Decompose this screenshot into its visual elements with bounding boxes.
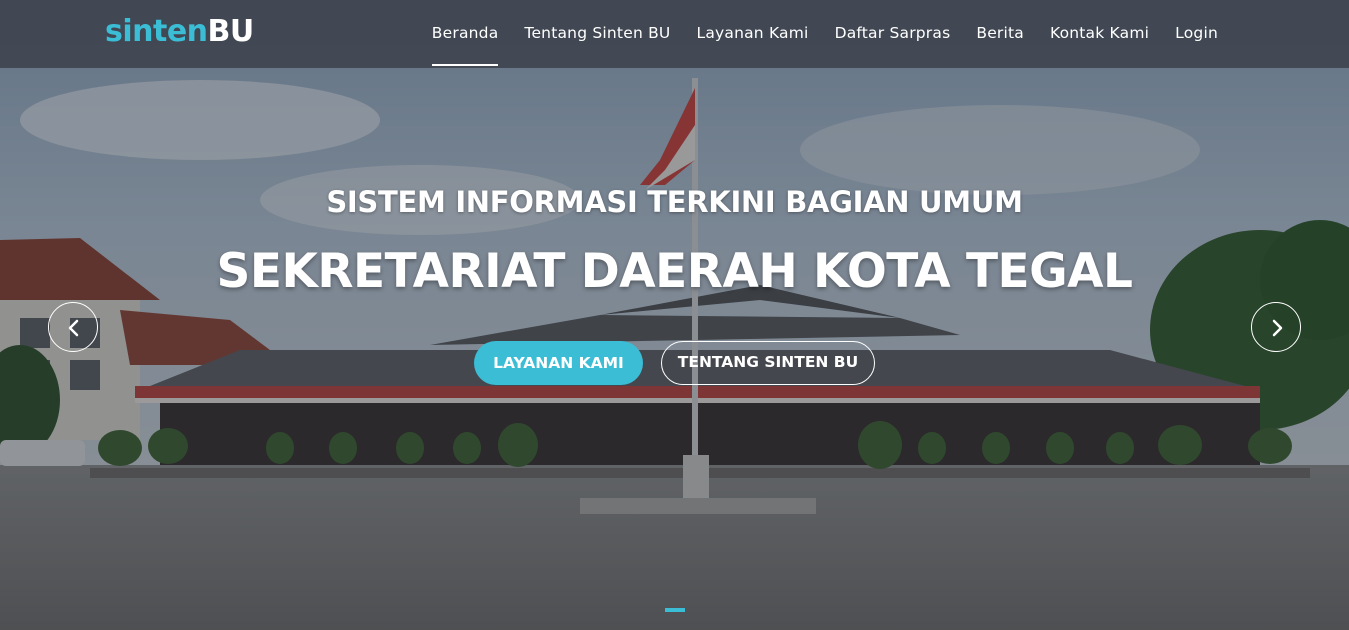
carousel-indicator-active[interactable] (665, 608, 685, 612)
hero-title: SEKRETARIAT DAERAH KOTA TEGAL (216, 244, 1133, 299)
nav-item-kontak[interactable]: Kontak Kami (1037, 0, 1162, 68)
top-navbar: sintenBU Beranda Tentang Sinten BU Layan… (0, 0, 1349, 68)
nav-item-login[interactable]: Login (1162, 0, 1231, 68)
carousel-prev-button[interactable] (48, 302, 98, 352)
brand-logo-part1: sinten (105, 14, 208, 49)
hero-overlay (0, 0, 1349, 630)
brand-logo[interactable]: sintenBU (105, 12, 254, 52)
hero-background-image (0, 0, 1349, 630)
layanan-kami-button[interactable]: LAYANAN KAMI (474, 341, 643, 385)
carousel-next-button[interactable] (1251, 302, 1301, 352)
chevron-right-icon (1272, 319, 1283, 337)
nav-item-tentang[interactable]: Tentang Sinten BU (511, 0, 683, 68)
nav-item-berita[interactable]: Berita (963, 0, 1037, 68)
nav-item-sarpras[interactable]: Daftar Sarpras (822, 0, 964, 68)
nav-item-layanan[interactable]: Layanan Kami (683, 0, 821, 68)
tentang-sinten-bu-button[interactable]: TENTANG SINTEN BU (661, 341, 875, 385)
main-nav: Beranda Tentang Sinten BU Layanan Kami D… (419, 0, 1231, 68)
chevron-left-icon (68, 319, 79, 337)
brand-logo-part2: BU (207, 14, 255, 49)
nav-item-beranda[interactable]: Beranda (419, 0, 512, 68)
hero-subtitle: SISTEM INFORMASI TERKINI BAGIAN UMUM (326, 185, 1023, 219)
